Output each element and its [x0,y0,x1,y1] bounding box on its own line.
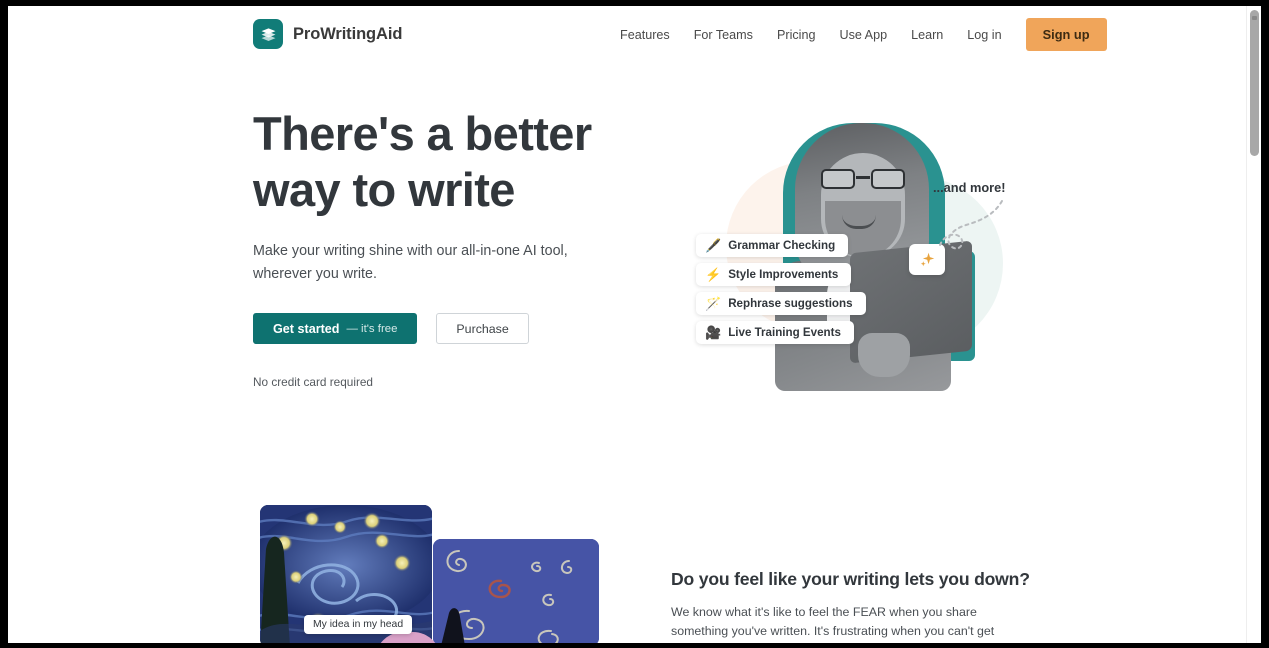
feature-card-label: Grammar Checking [728,239,836,252]
feature-card-list: 🖋️ Grammar Checking ⚡ Style Improvements… [696,234,866,344]
lower-section-paragraph: We know what it's like to feel the FEAR … [671,605,995,638]
get-started-note: — it's free [346,322,398,335]
main-navigation: Features For Teams Pricing Use App Learn… [608,6,1107,63]
lower-section-heading: Do you feel like your writing lets you d… [671,569,1030,589]
feature-card-label: Live Training Events [728,326,841,339]
simplified-drawing-panel [433,539,599,643]
get-started-label: Get started [273,321,340,336]
nav-link-log-in[interactable]: Log in [955,22,1013,48]
feature-card-label: Style Improvements [728,268,839,281]
brand-name: ProWritingAid [293,24,403,43]
lightning-bolt-icon: ⚡ [705,267,722,282]
person-hand [858,333,910,377]
feature-card-live-training-events[interactable]: 🎥 Live Training Events [696,321,854,344]
purchase-button[interactable]: Purchase [436,313,529,344]
magic-wand-icon: 🪄 [705,296,722,311]
hero-illustration: ...and more! 🖋️ Grammar Checking ⚡ Style… [668,101,1028,401]
quill-pen-icon: 🖋️ [705,238,722,253]
feature-card-label: Rephrase suggestions [728,297,853,310]
glasses-icon [820,169,906,189]
page-scrollbar-thumb[interactable] [1250,10,1259,156]
and-more-label: ...and more! [933,180,1006,195]
sign-up-button[interactable]: Sign up [1025,18,1107,51]
feature-card-style-improvements[interactable]: ⚡ Style Improvements [696,263,852,286]
nav-link-features[interactable]: Features [608,22,682,48]
nav-link-for-teams[interactable]: For Teams [682,22,765,48]
hero-text-block: There's a better way to write Make your … [253,106,633,389]
site-header: ProWritingAid Features For Teams Pricing… [8,6,1246,63]
nav-link-use-app[interactable]: Use App [827,22,899,48]
feature-card-rephrase-suggestions[interactable]: 🪄 Rephrase suggestions [696,292,866,315]
lower-section: My idea in my head Do you feel like your… [8,501,1246,643]
nav-link-learn[interactable]: Learn [899,22,955,48]
no-credit-card-note: No credit card required [253,375,373,389]
page-content: ProWritingAid Features For Teams Pricing… [8,6,1246,643]
video-camera-icon: 🎥 [705,325,722,340]
page-scrollbar-track[interactable] [1246,6,1261,643]
lower-copy-block: Do you feel like your writing lets you d… [671,569,1030,643]
get-started-button[interactable]: Get started — it's free [253,313,418,344]
glasses-bridge [856,176,870,179]
hero-title: There's a better way to write [253,107,592,216]
feature-card-grammar-checking[interactable]: 🖋️ Grammar Checking [696,234,849,257]
page-viewport: ProWritingAid Features For Teams Pricing… [8,6,1261,643]
book-pages-icon [253,19,283,49]
idea-caption-bubble: My idea in my head [304,615,413,634]
brand-logo-link[interactable]: ProWritingAid [253,19,402,49]
browser-window-frame: ProWritingAid Features For Teams Pricing… [0,0,1269,648]
scrollbar-grip [1252,16,1257,20]
hero-subtitle: Make your writing shine with our all-in-… [253,243,568,282]
nav-link-pricing[interactable]: Pricing [765,22,828,48]
hero-cta-row: Get started — it's free Purchase [253,313,633,344]
glasses-lens-right [871,169,905,189]
artwork-illustration-group: My idea in my head [253,501,603,643]
curved-dotted-arrow-icon [939,200,1003,250]
glasses-lens-left [821,169,855,189]
